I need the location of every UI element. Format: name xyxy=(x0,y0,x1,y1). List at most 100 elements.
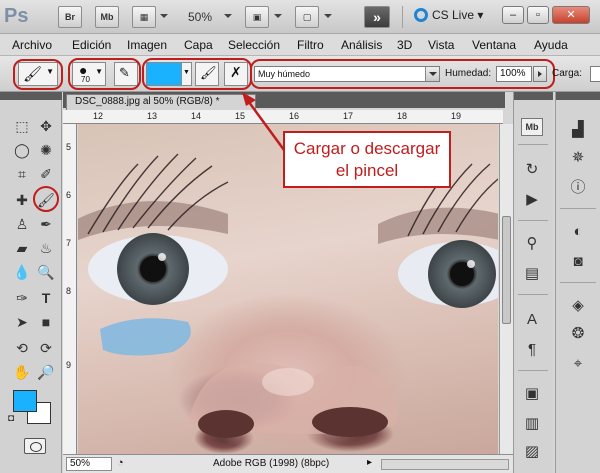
swatches-panel-icon[interactable]: ▨ xyxy=(520,440,544,464)
scrollbar-thumb[interactable] xyxy=(502,216,511,324)
3d-rotate-tool-icon[interactable]: ⟲ xyxy=(12,338,32,358)
paragraph-panel-icon[interactable]: ¶ xyxy=(520,338,544,362)
quick-select-tool-icon[interactable]: ✺ xyxy=(36,140,56,160)
arrange-documents-button[interactable]: ▣ xyxy=(245,6,269,28)
history-panel-icon[interactable]: ↻ xyxy=(520,158,544,182)
dodge-tool-icon[interactable]: 🔍 xyxy=(36,262,56,282)
channels-panel-icon[interactable]: ❂ xyxy=(566,322,590,346)
humedad-input[interactable]: 100% xyxy=(496,66,532,82)
panel-divider xyxy=(560,208,596,209)
menu-edicion[interactable]: Edición xyxy=(72,38,111,52)
status-color-profile: Adobe RGB (1998) (8bpc) xyxy=(213,458,330,469)
move-tool-icon[interactable]: ✥ xyxy=(36,116,56,136)
arrange-documents-icon: ▣ xyxy=(252,12,262,22)
clone-stamp-tool-icon[interactable]: ♙ xyxy=(12,214,32,234)
menu-capa[interactable]: Capa xyxy=(184,38,213,52)
menu-imagen[interactable]: Imagen xyxy=(127,38,167,52)
document-tab[interactable]: DSC_0888.jpg al 50% (RGB/8) * × xyxy=(66,94,256,110)
view-extras-dropdown-icon[interactable] xyxy=(160,14,168,18)
close-icon: ✕ xyxy=(566,9,576,21)
blend-preset-value: Muy húmedo xyxy=(258,69,311,79)
panel-divider xyxy=(518,294,548,295)
blur-tool-icon[interactable]: 💧 xyxy=(12,262,32,282)
menu-3d[interactable]: 3D xyxy=(397,38,412,52)
minimize-button[interactable]: – xyxy=(502,6,524,24)
arrange-dropdown-icon[interactable] xyxy=(274,14,282,18)
actions-panel-icon[interactable]: ▶ xyxy=(520,188,544,212)
clone-source-panel-icon[interactable]: ⚲ xyxy=(520,232,544,256)
layer-comps-panel-icon[interactable]: ▥ xyxy=(520,412,544,436)
menu-analisis[interactable]: Análisis xyxy=(341,38,382,52)
vertical-scrollbar[interactable] xyxy=(499,124,513,454)
menu-vista[interactable]: Vista xyxy=(428,38,454,52)
workspace-expand-button[interactable]: » xyxy=(364,6,390,28)
zoom-dropdown-icon[interactable] xyxy=(224,14,232,18)
masks-panel-icon[interactable]: ◙ xyxy=(566,250,590,274)
navigator-panel-icon[interactable]: ✵ xyxy=(566,146,590,170)
ruler-tick-label: 15 xyxy=(235,111,246,121)
cs-live-button[interactable]: CS Live ▾ xyxy=(414,8,483,22)
close-button[interactable]: ✕ xyxy=(552,6,590,24)
ruler-tick-label: 5 xyxy=(66,142,72,152)
histogram-panel-icon[interactable]: ▟ xyxy=(566,118,590,142)
horizontal-ruler: 12 13 14 15 16 17 18 19 xyxy=(63,110,503,124)
ruler-tick-label: 18 xyxy=(397,111,408,121)
brush-presets-panel-icon[interactable]: ▤ xyxy=(520,262,544,286)
view-extras-button[interactable]: ▦ xyxy=(132,6,156,28)
type-tool-icon[interactable]: T xyxy=(36,288,56,308)
blend-preset-select[interactable]: Muy húmedo xyxy=(254,66,440,82)
zoom-tool-icon[interactable]: 🔎 xyxy=(36,362,56,382)
shape-tool-icon[interactable]: ■ xyxy=(36,312,56,332)
menu-ventana[interactable]: Ventana xyxy=(472,38,516,52)
humedad-slider-button[interactable] xyxy=(533,66,547,82)
panel-grip[interactable] xyxy=(514,92,553,100)
adjustments-panel-icon[interactable]: ◐ xyxy=(566,220,590,244)
quick-mask-button[interactable] xyxy=(24,438,46,454)
status-menu-arrow-icon[interactable]: ▸ xyxy=(367,457,372,468)
character-panel-icon[interactable]: A xyxy=(520,308,544,332)
rect-marquee-tool-icon[interactable]: ⬚ xyxy=(12,116,32,136)
foreground-color-swatch[interactable] xyxy=(13,390,37,412)
default-colors-icon[interactable]: ◘ xyxy=(4,412,18,426)
minimize-icon: – xyxy=(509,9,517,21)
spot-heal-tool-icon[interactable]: ✚ xyxy=(12,190,32,210)
screen-mode-dropdown-icon[interactable] xyxy=(324,14,332,18)
mini-bridge-button[interactable]: Mb xyxy=(95,6,119,28)
highlight-ring-load xyxy=(142,58,252,90)
panel-grip[interactable] xyxy=(0,92,62,100)
panel-grip[interactable] xyxy=(556,92,600,100)
pen-tool-icon[interactable]: ✑ xyxy=(12,288,32,308)
status-info-icon[interactable]: ◔ xyxy=(117,457,124,469)
menu-archivo[interactable]: Archivo xyxy=(12,38,52,52)
panel-divider xyxy=(560,282,596,283)
carga-input[interactable] xyxy=(590,66,600,82)
screen-mode-button[interactable]: ▢ xyxy=(295,6,319,28)
info-panel-icon[interactable]: ⓘ xyxy=(566,176,590,200)
paint-bucket-tool-icon[interactable]: ♨ xyxy=(36,238,56,258)
maximize-button[interactable]: ▫ xyxy=(527,6,549,24)
menu-bar: Archivo Edición Imagen Capa Selección Fi… xyxy=(0,34,600,56)
layers-panel-icon[interactable]: ◈ xyxy=(566,294,590,318)
hand-tool-icon[interactable]: ✋ xyxy=(12,362,32,382)
eyedropper-tool-icon[interactable]: ✐ xyxy=(36,164,56,184)
close-tab-icon[interactable]: × xyxy=(245,96,251,110)
status-zoom-input[interactable]: 50% xyxy=(66,457,112,471)
callout-line-1: Cargar o descargar xyxy=(293,139,441,158)
zoom-level[interactable]: 50% xyxy=(188,10,212,24)
history-brush-tool-icon[interactable]: ✒ xyxy=(36,214,56,234)
bridge-button[interactable]: Br xyxy=(58,6,82,28)
menu-seleccion[interactable]: Selección xyxy=(228,38,280,52)
mini-bridge-panel-icon[interactable]: Mb xyxy=(521,118,543,136)
ruler-tick-label: 9 xyxy=(66,360,72,370)
3d-orbit-tool-icon[interactable]: ⟳ xyxy=(36,338,56,358)
horizontal-scrollbar[interactable] xyxy=(381,459,509,470)
notes-panel-icon[interactable]: ▣ xyxy=(520,382,544,406)
path-select-tool-icon[interactable]: ➤ xyxy=(12,312,32,332)
menu-ayuda[interactable]: Ayuda xyxy=(534,38,568,52)
paths-panel-icon[interactable]: ⌖ xyxy=(566,352,590,376)
lasso-tool-icon[interactable]: ◯ xyxy=(12,140,32,160)
menu-filtro[interactable]: Filtro xyxy=(297,38,324,52)
crop-tool-icon[interactable]: ⌗ xyxy=(12,164,32,184)
eraser-tool-icon[interactable]: ▰ xyxy=(12,238,32,258)
ruler-tick-label: 6 xyxy=(66,190,72,200)
